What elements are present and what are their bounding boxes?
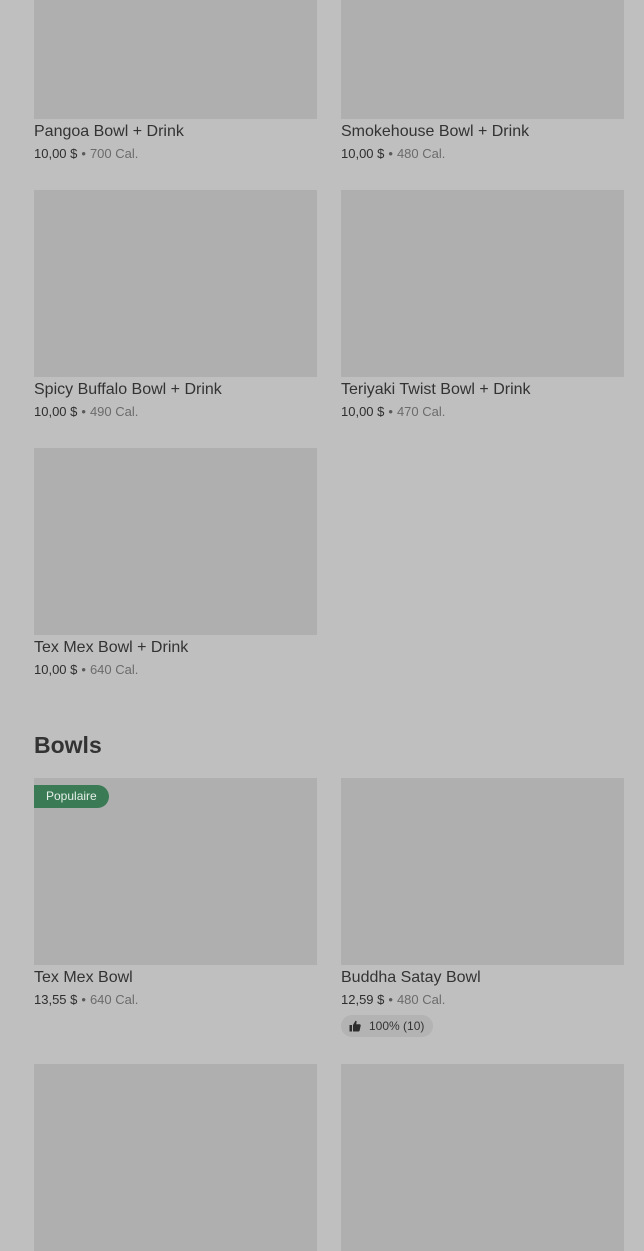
menu-item-calories: 470 Cal. <box>396 404 446 419</box>
menu-item-price: 10,00 $ <box>34 404 78 419</box>
separator-dot: • <box>388 404 393 419</box>
menu-item-card[interactable]: Smokehouse Bowl + Drink 10,00 $ • 480 Cal. <box>341 0 624 163</box>
popular-badge: Populaire <box>34 785 109 808</box>
menu-item-calories: 480 Cal. <box>396 146 446 161</box>
menu-item-image[interactable] <box>341 1064 624 1251</box>
menu-item-meta: 10,00 $ • 640 Cal. <box>34 661 317 679</box>
menu-item-calories: 490 Cal. <box>89 404 139 419</box>
menu-item-price: 13,55 $ <box>34 992 78 1007</box>
rating-pill: 100% (10) <box>341 1015 434 1037</box>
menu-item-name: Teriyaki Twist Bowl + Drink <box>341 381 531 398</box>
menu-item-calories: 640 Cal. <box>89 662 139 677</box>
menu-item-name: Pangoa Bowl + Drink <box>34 123 184 140</box>
menu-item-image[interactable] <box>34 0 317 119</box>
menu-item-card[interactable] <box>34 1064 317 1251</box>
menu-item-image[interactable] <box>341 0 624 119</box>
thumbs-up-icon <box>349 1020 361 1032</box>
menu-item-card[interactable] <box>341 1064 624 1251</box>
menu-item-price: 10,00 $ <box>34 146 78 161</box>
menu-item-card[interactable]: Buddha Satay Bowl 12,59 $ • 480 Cal. 100% … <box>341 778 624 1037</box>
separator-dot: • <box>81 404 86 419</box>
menu-item-image[interactable] <box>34 190 317 377</box>
menu-item-meta: 13,55 $ • 640 Cal. <box>34 991 317 1009</box>
section-title-bowls: Bowls <box>34 732 102 758</box>
menu-item-meta: 10,00 $ • 470 Cal. <box>341 403 624 421</box>
menu-item-image[interactable] <box>341 190 624 377</box>
menu-item-calories: 640 Cal. <box>89 992 139 1007</box>
menu-item-meta: 12,59 $ • 480 Cal. <box>341 991 624 1009</box>
separator-dot: • <box>81 662 86 677</box>
separator-dot: • <box>388 146 393 161</box>
menu-item-name: Smokehouse Bowl + Drink <box>341 123 530 140</box>
menu-item-calories: 480 Cal. <box>396 992 446 1007</box>
separator-dot: • <box>81 992 86 1007</box>
menu-item-card[interactable]: Tex Mex Bowl + Drink 10,00 $ • 640 Cal. <box>34 448 317 679</box>
menu-item-image[interactable]: Populaire <box>34 778 317 965</box>
menu-item-image[interactable] <box>341 778 624 965</box>
menu-item-card[interactable]: Pangoa Bowl + Drink 10,00 $ • 700 Cal. <box>34 0 317 163</box>
menu-item-price: 10,00 $ <box>341 404 385 419</box>
separator-dot: • <box>81 146 86 161</box>
menu-item-card[interactable]: Teriyaki Twist Bowl + Drink 10,00 $ • 470 … <box>341 190 624 421</box>
menu-item-name: Buddha Satay Bowl <box>341 969 481 986</box>
menu-item-name: Spicy Buffalo Bowl + Drink <box>34 381 222 398</box>
menu-item-card[interactable]: Populaire Tex Mex Bowl 13,55 $ • 640 Cal. <box>34 778 317 1009</box>
menu-item-meta: 10,00 $ • 480 Cal. <box>341 145 624 163</box>
menu-item-image[interactable] <box>34 1064 317 1251</box>
menu-item-price: 10,00 $ <box>341 146 385 161</box>
menu-item-price: 10,00 $ <box>34 662 78 677</box>
rating-text: 100% (10) <box>369 1019 425 1033</box>
menu-item-name: Tex Mex Bowl + Drink <box>34 639 189 656</box>
menu-item-price: 12,59 $ <box>341 992 385 1007</box>
menu-item-meta: 10,00 $ • 490 Cal. <box>34 403 317 421</box>
menu-item-image[interactable] <box>34 448 317 635</box>
menu-item-card[interactable]: Spicy Buffalo Bowl + Drink 10,00 $ • 490 C… <box>34 190 317 421</box>
menu-item-meta: 10,00 $ • 700 Cal. <box>34 145 317 163</box>
separator-dot: • <box>388 992 393 1007</box>
menu-item-calories: 700 Cal. <box>89 146 139 161</box>
menu-item-name: Tex Mex Bowl <box>34 969 133 986</box>
